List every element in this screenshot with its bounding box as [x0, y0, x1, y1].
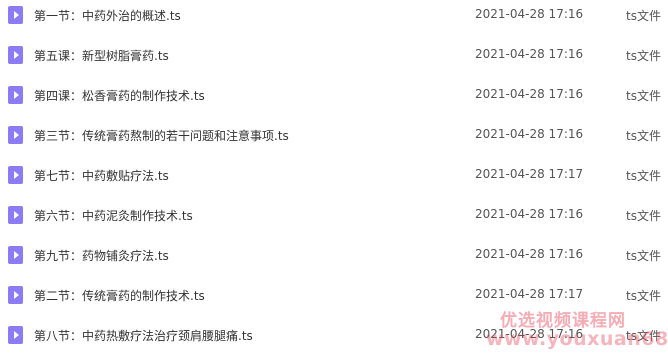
file-modified-date: 2021-04-28 17:16 — [475, 87, 584, 101]
video-file-icon — [8, 286, 23, 304]
file-modified-date: 2021-04-28 17:16 — [475, 247, 584, 261]
file-modified-date: 2021-04-28 17:17 — [475, 167, 584, 181]
file-row[interactable]: 第一节：中药外治的概述.ts 2021-04-28 17:16 ts文件 — [0, 2, 668, 42]
file-row[interactable]: 第二节：传统膏药的制作技术.ts 2021-04-28 17:17 ts文件 — [0, 282, 668, 322]
file-modified-date: 2021-04-28 17:16 — [475, 207, 584, 221]
file-list: 第一节：中药外治的概述.ts 2021-04-28 17:16 ts文件 第五课：新型… — [0, 0, 668, 358]
file-type: ts文件 — [626, 289, 661, 303]
file-type: ts文件 — [626, 169, 661, 183]
video-file-icon — [8, 6, 23, 24]
file-type: ts文件 — [626, 89, 661, 103]
video-file-icon — [8, 326, 23, 344]
file-row[interactable]: 第三节：传统膏药熬制的若干问题和注意事项.ts 2021-04-28 17:16 t… — [0, 122, 668, 162]
video-file-icon — [8, 166, 23, 184]
file-name: 第六节：中药泥灸制作技术.ts — [34, 209, 193, 223]
file-modified-date: 2021-04-28 17:17 — [475, 287, 584, 301]
file-type: ts文件 — [626, 49, 661, 63]
file-type: ts文件 — [626, 9, 661, 23]
file-type: ts文件 — [626, 249, 661, 263]
file-modified-date: 2021-04-28 17:16 — [475, 47, 584, 61]
file-row[interactable]: 第六节：中药泥灸制作技术.ts 2021-04-28 17:16 ts文件 — [0, 202, 668, 242]
file-modified-date: 2021-04-28 17:16 — [475, 127, 584, 141]
video-file-icon — [8, 246, 23, 264]
file-type: ts文件 — [626, 129, 661, 143]
file-name: 第三节：传统膏药熬制的若干问题和注意事项.ts — [34, 129, 289, 143]
file-modified-date: 2021-04-28 17:16 — [475, 7, 584, 21]
file-row[interactable]: 第八节：中药热敷疗法治疗颈肩腰腿痛.ts 2021-04-28 17:16 ts文件 — [0, 322, 668, 358]
file-name: 第二节：传统膏药的制作技术.ts — [34, 289, 205, 303]
video-file-icon — [8, 126, 23, 144]
file-name: 第一节：中药外治的概述.ts — [34, 9, 181, 23]
video-file-icon — [8, 86, 23, 104]
file-row[interactable]: 第四课：松香膏药的制作技术.ts 2021-04-28 17:16 ts文件 — [0, 82, 668, 122]
video-file-icon — [8, 46, 23, 64]
video-file-icon — [8, 206, 23, 224]
file-name: 第五课：新型树脂膏药.ts — [34, 49, 169, 63]
file-name: 第四课：松香膏药的制作技术.ts — [34, 89, 205, 103]
file-name: 第九节：药物铺灸疗法.ts — [34, 249, 169, 263]
file-type: ts文件 — [626, 329, 661, 343]
file-name: 第八节：中药热敷疗法治疗颈肩腰腿痛.ts — [34, 329, 253, 343]
file-modified-date: 2021-04-28 17:16 — [475, 327, 584, 341]
file-name: 第七节：中药敷贴疗法.ts — [34, 169, 169, 183]
file-row[interactable]: 第九节：药物铺灸疗法.ts 2021-04-28 17:16 ts文件 — [0, 242, 668, 282]
file-row[interactable]: 第五课：新型树脂膏药.ts 2021-04-28 17:16 ts文件 — [0, 42, 668, 82]
file-type: ts文件 — [626, 209, 661, 223]
file-row[interactable]: 第七节：中药敷贴疗法.ts 2021-04-28 17:17 ts文件 — [0, 162, 668, 202]
